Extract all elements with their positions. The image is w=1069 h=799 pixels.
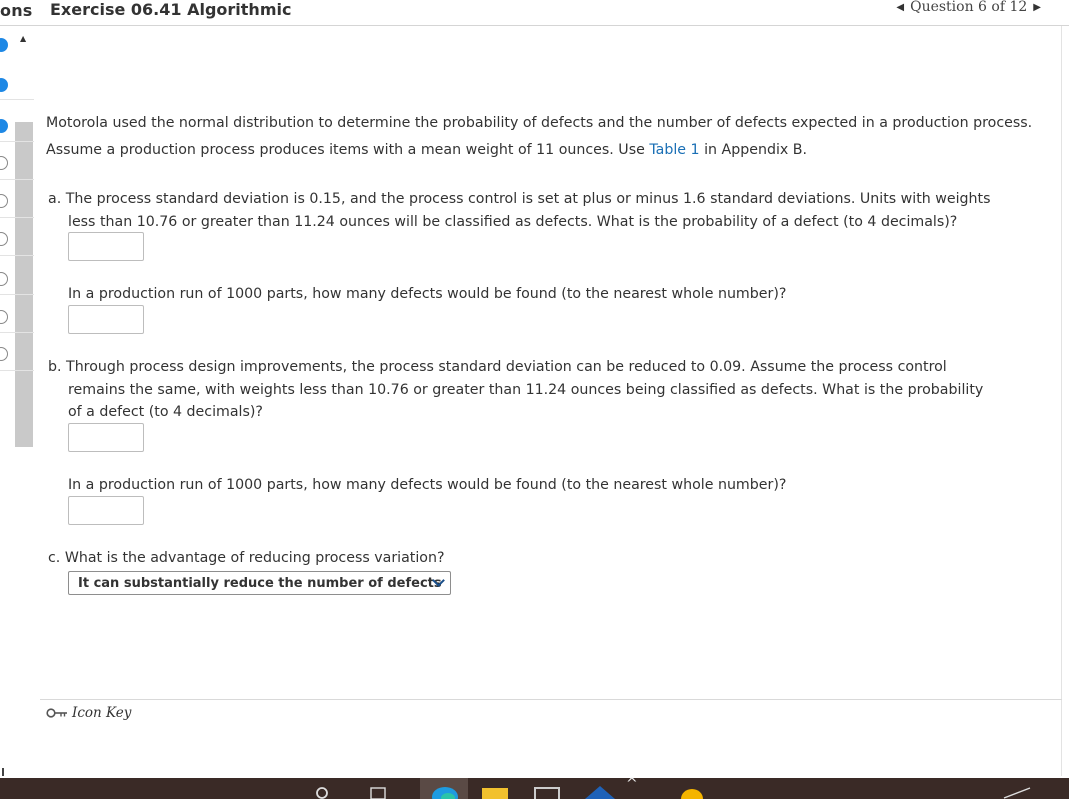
scroll-up-icon[interactable]: ▲ [20,34,26,43]
icon-key-label: Icon Key [72,705,132,721]
question-dot[interactable] [0,232,8,246]
divider [0,141,34,142]
question-dot[interactable] [0,78,8,92]
weather-icon[interactable] [680,786,704,799]
question-dot[interactable] [0,156,8,170]
divider [0,99,34,100]
part-b-probability-input[interactable] [69,424,143,451]
table-1-link[interactable]: Table 1 [649,142,699,158]
network-icon[interactable] [1002,786,1032,799]
task-view-icon[interactable] [370,786,386,799]
part-b-runs-prompt: In a production run of 1000 parts, how m… [68,477,787,493]
part-c-selected-value: It can substantially reduce the number o… [78,575,442,591]
question-dot[interactable] [0,310,8,324]
question-dot-current[interactable] [0,38,8,52]
part-b-text-cont2: of a defect (to 4 decimals)? [68,404,263,420]
part-a-text: a. The process standard deviation is 0.1… [48,191,991,207]
divider [40,699,1062,700]
sidebar-scrollbar[interactable] [15,122,33,447]
file-explorer-icon[interactable] [482,788,508,799]
mail-icon[interactable] [585,786,615,799]
divider [0,179,34,180]
intro-text-end: in Appendix B. [699,142,808,158]
part-a-defects-field[interactable] [68,305,144,334]
store-icon[interactable] [534,787,560,799]
intro-text: Motorola used the normal distribution to… [46,115,1033,158]
question-dot[interactable] [0,194,8,208]
divider [0,217,34,218]
part-a-probability-input[interactable] [69,233,143,260]
next-question-icon[interactable]: ▶ [1033,2,1041,13]
divider [0,294,34,295]
part-b-probability-field[interactable] [68,423,144,452]
exercise-title: Exercise 06.41 Algorithmic [50,0,292,19]
scroll-end-marker [2,768,4,776]
part-a-runs-prompt: In a production run of 1000 parts, how m… [68,286,787,302]
cortana-icon[interactable] [316,784,328,799]
divider [0,255,34,256]
divider [0,332,34,333]
part-a-defects-input[interactable] [69,306,143,333]
part-b-prompt: b. Through process design improvements, … [48,356,1062,424]
part-a-prompt: a. The process standard deviation is 0.1… [48,188,1062,233]
question-content: Motorola used the normal distribution to… [40,26,1062,776]
part-a-probability-field[interactable] [68,232,144,261]
previous-question-icon[interactable]: ◀ [896,2,904,13]
question-navigator: ◀ Question 6 of 12 ▶ [896,0,1041,15]
key-icon [46,708,67,718]
os-taskbar: ^ [0,776,1069,799]
question-position-label: Question 6 of 12 [910,0,1028,15]
icon-key-link[interactable]: Icon Key [46,705,131,721]
browser-icon[interactable] [430,783,460,799]
question-dot[interactable] [0,272,8,286]
question-list-sidebar: ▲ [0,26,34,776]
part-a-text-cont: less than 10.76 or greater than 11.24 ou… [68,213,958,230]
panel-title-truncated: ons [0,1,33,20]
part-c-prompt: c. What is the advantage of reducing pro… [48,550,445,566]
divider [0,370,34,371]
part-b-defects-input[interactable] [69,497,143,524]
question-intro: Motorola used the normal distribution to… [46,110,1056,164]
question-dot[interactable] [0,347,8,361]
show-hidden-icons[interactable]: ^ [626,776,638,792]
part-c-answer-dropdown[interactable]: It can substantially reduce the number o… [68,571,451,595]
part-b-text: b. Through process design improvements, … [48,359,947,375]
part-b-text-cont: remains the same, with weights less than… [68,381,984,398]
part-b-defects-field[interactable] [68,496,144,525]
top-bar: ons Exercise 06.41 Algorithmic ◀ Questio… [0,0,1069,26]
question-dot[interactable] [0,119,8,133]
